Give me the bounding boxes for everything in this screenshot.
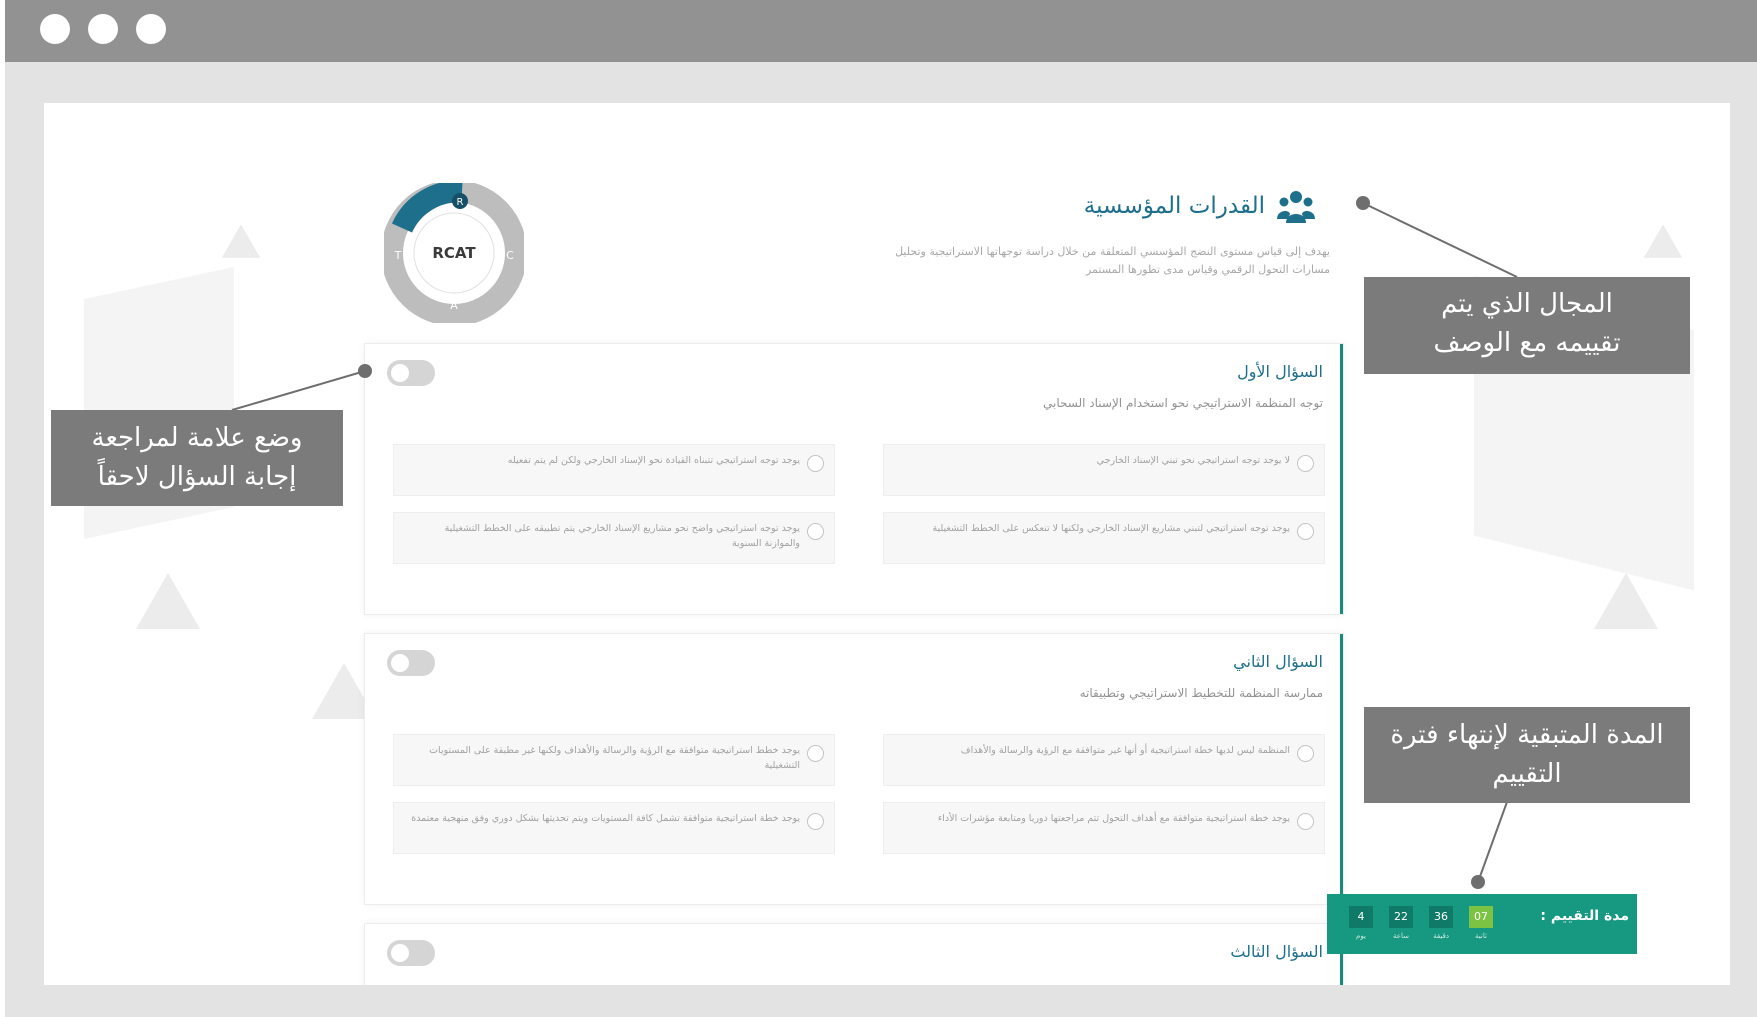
callout-domain: المجال الذي يتم تقييمه مع الوصف (1364, 277, 1690, 374)
callout-timer: المدة المتبقية لإنتهاء فترة التقييم (1364, 707, 1690, 803)
callout-leader-lines (231, 196, 1518, 889)
callout-flag: وضع علامة لمراجعة إجابة السؤال لاحقاً (51, 410, 343, 506)
